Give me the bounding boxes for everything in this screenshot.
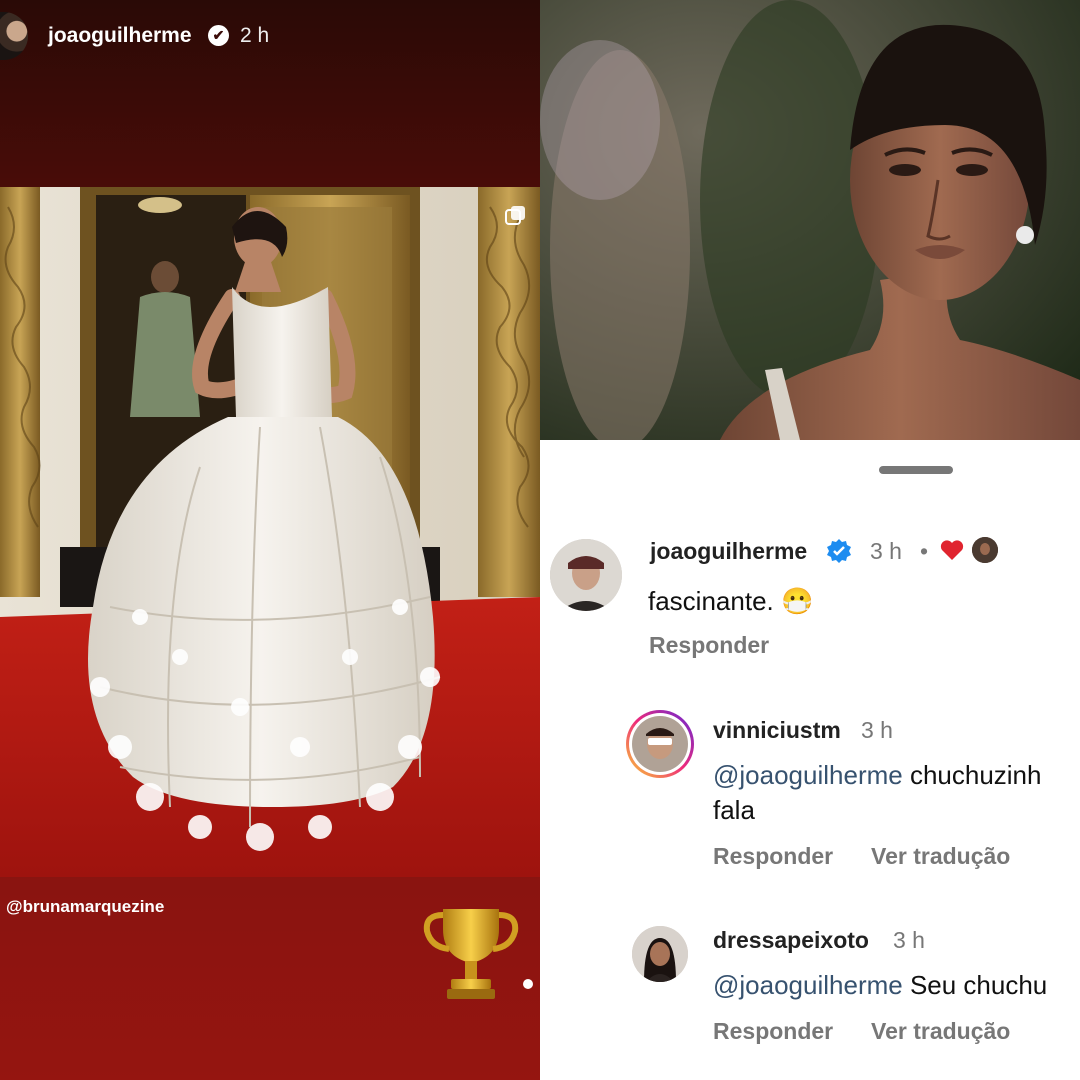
mention-link[interactable]: @joaoguilherme <box>713 760 903 790</box>
gown-photo-image <box>0 187 540 877</box>
liked-by-image <box>972 537 998 563</box>
carousel-icon <box>505 206 525 225</box>
story-avatar[interactable] <box>0 12 28 60</box>
story-username[interactable]: joaoguilherme <box>48 24 192 48</box>
portrait-image <box>540 0 1080 440</box>
comment-username[interactable]: joaoguilherme <box>650 538 807 565</box>
comment-text-line2: fala <box>713 795 755 825</box>
avatar[interactable] <box>626 710 694 778</box>
comments-sheet[interactable]: joaoguilherme 3 h • fascinante. 😷 Respon… <box>540 440 1080 1080</box>
liked-by-avatar <box>972 537 998 563</box>
story-photo <box>0 187 540 877</box>
video-still <box>540 0 1080 440</box>
comment-time: 3 h <box>861 717 893 743</box>
comment-username[interactable]: vinniciustm <box>713 717 841 744</box>
trophy-icon <box>423 909 519 999</box>
instagram-story: joaoguilherme ✔ 2 h @brunamarquezine <box>0 0 540 1080</box>
separator-dot: • <box>920 538 929 564</box>
comment-text: @joaoguilherme chuchuzinh <box>713 760 1042 790</box>
verified-icon: ✔ <box>208 25 229 46</box>
reply-button[interactable]: Responder <box>713 843 833 870</box>
reply-button[interactable]: Responder <box>713 1018 833 1045</box>
avatar-image <box>550 539 622 611</box>
verified-icon <box>827 539 851 563</box>
translate-button[interactable]: Ver tradução <box>871 1018 1010 1045</box>
sneeze-emoji-icon: 😷 <box>780 586 814 616</box>
comment-time: 3 h <box>893 927 925 953</box>
translate-button[interactable]: Ver tradução <box>871 843 1010 870</box>
avatar[interactable] <box>632 926 688 982</box>
heart-icon[interactable] <box>940 539 964 561</box>
comment-text: fascinante. 😷 <box>648 586 814 616</box>
comment-text: @joaoguilherme Seu chuchu <box>713 970 1048 1000</box>
avatar[interactable] <box>550 539 622 611</box>
mention-link[interactable]: @joaoguilherme <box>713 970 903 1000</box>
avatar-image <box>632 926 688 982</box>
reply-button[interactable]: Responder <box>649 632 769 659</box>
story-progress-dot <box>523 979 533 989</box>
mention-tag[interactable]: @brunamarquezine <box>6 897 164 917</box>
story-time: 2 h <box>240 24 270 47</box>
comment-time: 3 h <box>870 538 902 564</box>
comment-username[interactable]: dressapeixoto <box>713 927 869 954</box>
avatar-image <box>632 716 688 772</box>
sheet-drag-handle[interactable] <box>879 466 953 474</box>
